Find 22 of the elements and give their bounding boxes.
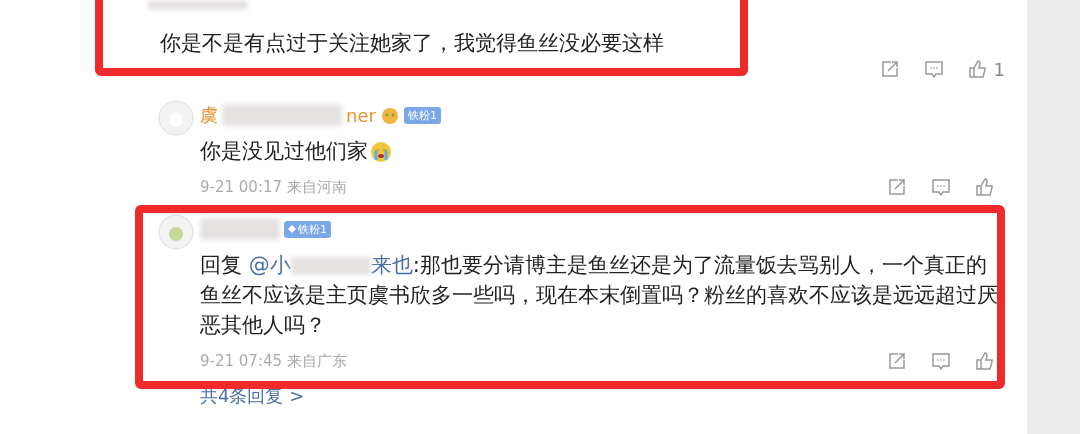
- comment-icon[interactable]: [931, 351, 951, 371]
- reply-text: 回复 @小 来也:那也要分请博主是鱼丝还是为了流量饭去骂别人，一个真正的鱼丝不应该是主页虞书欣多一些吗，现在本末倒置吗？粉丝的喜欢不应该是远远超过厌恶其他人吗？: [200, 252, 999, 339]
- diamond-icon: [288, 225, 296, 233]
- reply-text: 你是没见过他们家: [200, 136, 1005, 166]
- fan-badge: 铁粉1: [284, 220, 331, 238]
- like-count: 1: [993, 58, 1005, 80]
- comment-icon[interactable]: [923, 59, 944, 79]
- fan-emblem-icon: [379, 105, 400, 125]
- avatar[interactable]: [158, 214, 194, 250]
- share-icon[interactable]: [887, 177, 907, 197]
- timestamp: 9-21 00:17 来自河南: [200, 177, 347, 197]
- share-icon[interactable]: [887, 351, 907, 371]
- fan-badge: 铁粉1: [403, 106, 441, 124]
- comment-icon[interactable]: [931, 177, 951, 197]
- like-icon[interactable]: [975, 351, 995, 371]
- like-icon[interactable]: [975, 177, 995, 197]
- mention-link[interactable]: @小 来也: [248, 253, 413, 277]
- timestamp: 9-21 07:45 来自广东: [200, 351, 347, 371]
- comment-text: 你是不是有点过于关注她家了，我觉得鱼丝没必要这样: [159, 30, 665, 56]
- like-icon[interactable]: [967, 59, 988, 79]
- crying-emoji-icon: [370, 141, 392, 163]
- share-icon[interactable]: [879, 59, 900, 79]
